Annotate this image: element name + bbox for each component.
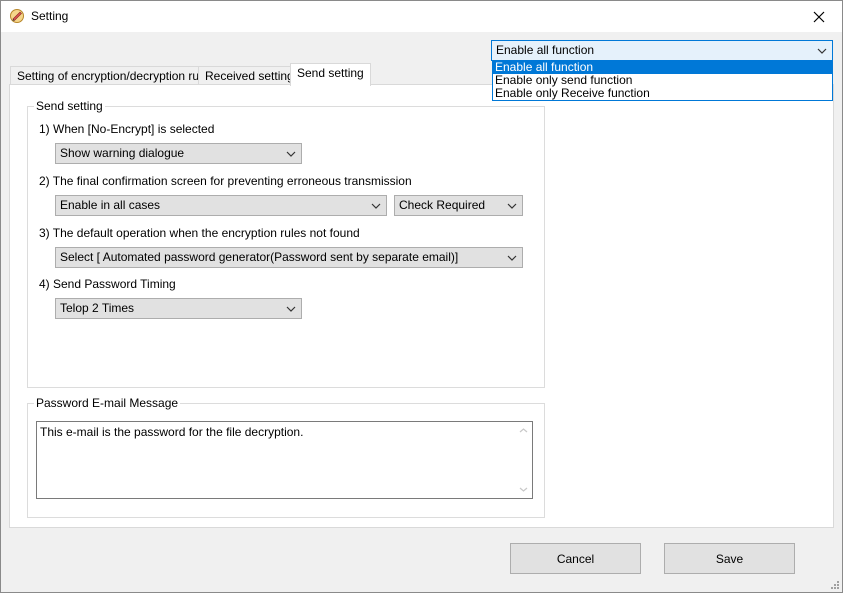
scroll-up-icon[interactable] (515, 422, 532, 439)
q4-label: 4) Send Password Timing (39, 277, 176, 291)
check-required-select[interactable]: Check Required (394, 195, 523, 216)
default-operation-select[interactable]: Select [ Automated password generator(Pa… (55, 247, 523, 268)
mode-option-receive[interactable]: Enable only Receive function (493, 87, 832, 100)
chevron-down-icon (506, 196, 518, 215)
confirmation-screen-select[interactable]: Enable in all cases (55, 195, 387, 216)
app-icon (10, 9, 24, 23)
q2-label: 2) The final confirmation screen for pre… (39, 174, 412, 188)
mode-select-value: Enable all function (496, 43, 595, 57)
password-timing-select[interactable]: Telop 2 Times (55, 298, 302, 319)
send-setting-panel: Send setting 1) When [No-Encrypt] is sel… (9, 84, 834, 528)
close-button[interactable] (796, 1, 842, 32)
password-message-textarea[interactable]: This e-mail is the password for the file… (36, 421, 533, 499)
send-setting-legend: Send setting (34, 99, 105, 113)
save-button[interactable]: Save (664, 543, 795, 574)
resize-grip-icon[interactable] (830, 580, 840, 590)
chevron-down-icon (285, 144, 297, 163)
chevron-down-icon (506, 248, 518, 267)
mode-select[interactable]: Enable all function (491, 40, 833, 61)
chevron-down-icon (816, 41, 828, 60)
textarea-scrollbar[interactable] (515, 422, 532, 498)
tab-received-setting[interactable]: Received setting (198, 66, 301, 86)
window-title: Setting (31, 9, 69, 23)
chevron-down-icon (370, 196, 382, 215)
chevron-down-icon (285, 299, 297, 318)
q3-label: 3) The default operation when the encryp… (39, 226, 360, 240)
settings-window: Setting Enable all function Setting of e… (0, 0, 843, 593)
mode-dropdown-list[interactable]: Enable all function Enable only send fun… (492, 60, 833, 101)
password-message-legend: Password E-mail Message (34, 396, 181, 410)
no-encrypt-select[interactable]: Show warning dialogue (55, 143, 302, 164)
scroll-down-icon[interactable] (515, 481, 532, 498)
tab-encryption-rules[interactable]: Setting of encryption/decryption rules (10, 66, 222, 86)
title-bar[interactable]: Setting (1, 1, 842, 32)
cancel-button[interactable]: Cancel (510, 543, 641, 574)
tab-send-setting[interactable]: Send setting (290, 63, 371, 86)
close-icon (813, 11, 825, 22)
q1-label: 1) When [No-Encrypt] is selected (39, 122, 215, 136)
